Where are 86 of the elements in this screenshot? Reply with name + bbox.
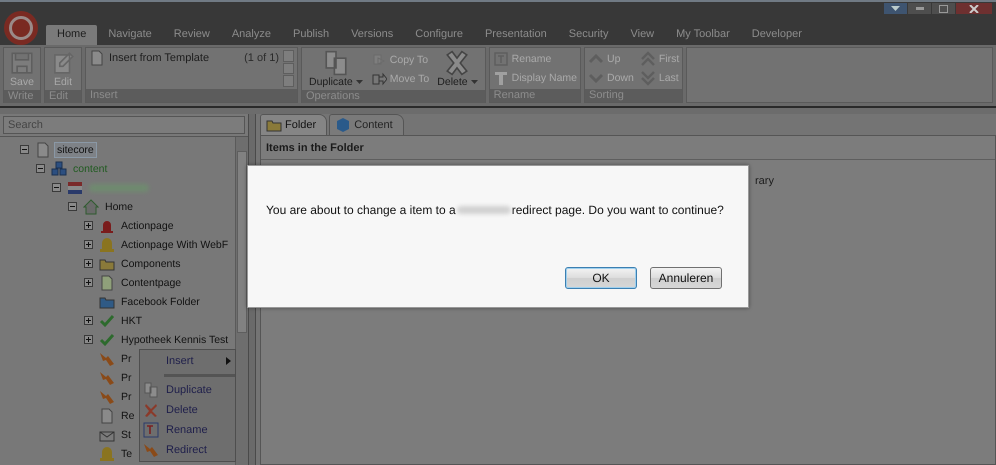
minimize-icon bbox=[916, 7, 924, 10]
ribbon-tab[interactable]: Security bbox=[558, 25, 620, 45]
tree-item[interactable]: Re bbox=[118, 408, 138, 424]
maximize-icon bbox=[939, 4, 948, 12]
page-icon bbox=[35, 142, 51, 158]
ribbon-tab[interactable]: Developer bbox=[740, 25, 813, 45]
dropdown-button[interactable] bbox=[884, 3, 907, 14]
expand-toggle[interactable] bbox=[84, 221, 93, 230]
expand-toggle[interactable] bbox=[84, 259, 93, 268]
tree-item[interactable]: Actionpage With WebF bbox=[118, 236, 232, 252]
ribbon-button[interactable]: Delete bbox=[433, 50, 482, 88]
expand-toggle[interactable] bbox=[84, 278, 93, 287]
dialog-button[interactable]: Annuleren bbox=[650, 267, 722, 289]
section-heading: Items in the Folder bbox=[261, 136, 995, 160]
ribbon-tab[interactable]: Home bbox=[46, 25, 98, 45]
ribbon-tab[interactable]: Presentation bbox=[474, 25, 558, 45]
template-item[interactable]: Insert from Template bbox=[89, 50, 210, 66]
collapse-toggle[interactable] bbox=[68, 202, 77, 211]
menu-item[interactable]: Insert bbox=[140, 351, 235, 371]
page-icon bbox=[89, 50, 105, 66]
tree-item[interactable]: HKT bbox=[118, 312, 145, 328]
close-icon bbox=[969, 4, 979, 12]
tree-item[interactable]: Hypotheek Kennis Test bbox=[118, 332, 232, 348]
letter-t-icon bbox=[492, 70, 509, 86]
dialog-message: You are about to change a item to a bbox=[266, 203, 456, 217]
tree-item[interactable]: Pr bbox=[118, 350, 134, 366]
content-tab[interactable]: Folder bbox=[260, 114, 328, 135]
tree-item[interactable]: content bbox=[70, 160, 110, 176]
x-icon bbox=[444, 50, 470, 76]
ribbon-tab[interactable]: My Toolbar bbox=[665, 25, 741, 45]
search-field[interactable]: Search bbox=[3, 116, 245, 134]
documents-icon bbox=[322, 50, 349, 76]
minimize-button[interactable] bbox=[908, 3, 931, 14]
ribbon-tab[interactable]: Analyze bbox=[220, 25, 282, 45]
ribbon-tab[interactable]: Configure bbox=[404, 25, 474, 45]
ribbon-tab[interactable]: Review bbox=[162, 25, 221, 45]
cubes-icon bbox=[51, 160, 67, 176]
collapse-toggle[interactable] bbox=[20, 145, 29, 154]
app-logo[interactable] bbox=[4, 11, 38, 45]
ribbon-tab[interactable]: View bbox=[619, 25, 666, 45]
expand-toggle[interactable] bbox=[84, 335, 93, 344]
bell-icon bbox=[99, 236, 115, 252]
tree-item[interactable]: Components bbox=[118, 256, 184, 272]
dialog-button[interactable]: OK bbox=[565, 267, 637, 289]
tree-item[interactable]: Pr bbox=[118, 370, 134, 386]
dialog-message: redirect page. Do you want to continue? bbox=[512, 203, 724, 217]
scrollbar[interactable] bbox=[235, 137, 248, 465]
document-icon bbox=[99, 274, 115, 290]
menu-item[interactable]: Delete bbox=[140, 400, 235, 420]
item-text: rary bbox=[755, 175, 774, 187]
item-count: (1 of 1) bbox=[244, 52, 279, 64]
tree-item[interactable]: Contentpage bbox=[118, 274, 184, 290]
bell-icon bbox=[99, 446, 115, 462]
caret-icon bbox=[891, 6, 900, 11]
close-button[interactable] bbox=[956, 3, 992, 14]
house-icon bbox=[83, 198, 99, 214]
menu-item[interactable]: Redirect bbox=[140, 440, 235, 460]
tree-item[interactable]: Facebook Folder bbox=[118, 294, 203, 310]
blurred-text bbox=[456, 206, 511, 214]
tree-item[interactable]: Te bbox=[118, 446, 136, 462]
check-icon bbox=[99, 312, 115, 328]
submenu-arrow-icon bbox=[226, 357, 231, 365]
ribbon-tab[interactable]: Versions bbox=[340, 25, 404, 45]
tree-item[interactable]: Home bbox=[102, 198, 136, 214]
collapse-toggle[interactable] bbox=[52, 183, 61, 192]
maximize-button[interactable] bbox=[932, 3, 955, 14]
flag-icon bbox=[67, 180, 83, 196]
tree-item[interactable]: St bbox=[118, 426, 134, 442]
menu-item[interactable]: Rename bbox=[140, 420, 235, 440]
ribbon-tab[interactable]: Publish bbox=[282, 25, 340, 45]
page-icon bbox=[99, 408, 115, 424]
expand-toggle[interactable] bbox=[84, 240, 93, 249]
content-tab[interactable]: Content bbox=[329, 114, 404, 135]
ribbon-tab[interactable]: Navigate bbox=[97, 25, 163, 45]
check-icon bbox=[99, 332, 115, 348]
tree-item[interactable]: Pr bbox=[118, 388, 134, 404]
x-icon bbox=[143, 402, 159, 418]
cube-icon bbox=[335, 117, 352, 133]
menu-item[interactable]: Duplicate bbox=[140, 380, 235, 400]
documents-icon bbox=[143, 382, 159, 398]
tree-item[interactable]: Actionpage bbox=[118, 218, 177, 234]
text-cursor-icon bbox=[143, 422, 159, 438]
ribbon-button[interactable]: Duplicate bbox=[305, 50, 367, 88]
tree-item[interactable]: sitecore bbox=[54, 142, 97, 158]
expand-toggle[interactable] bbox=[84, 316, 93, 325]
collapse-toggle[interactable] bbox=[36, 164, 45, 173]
